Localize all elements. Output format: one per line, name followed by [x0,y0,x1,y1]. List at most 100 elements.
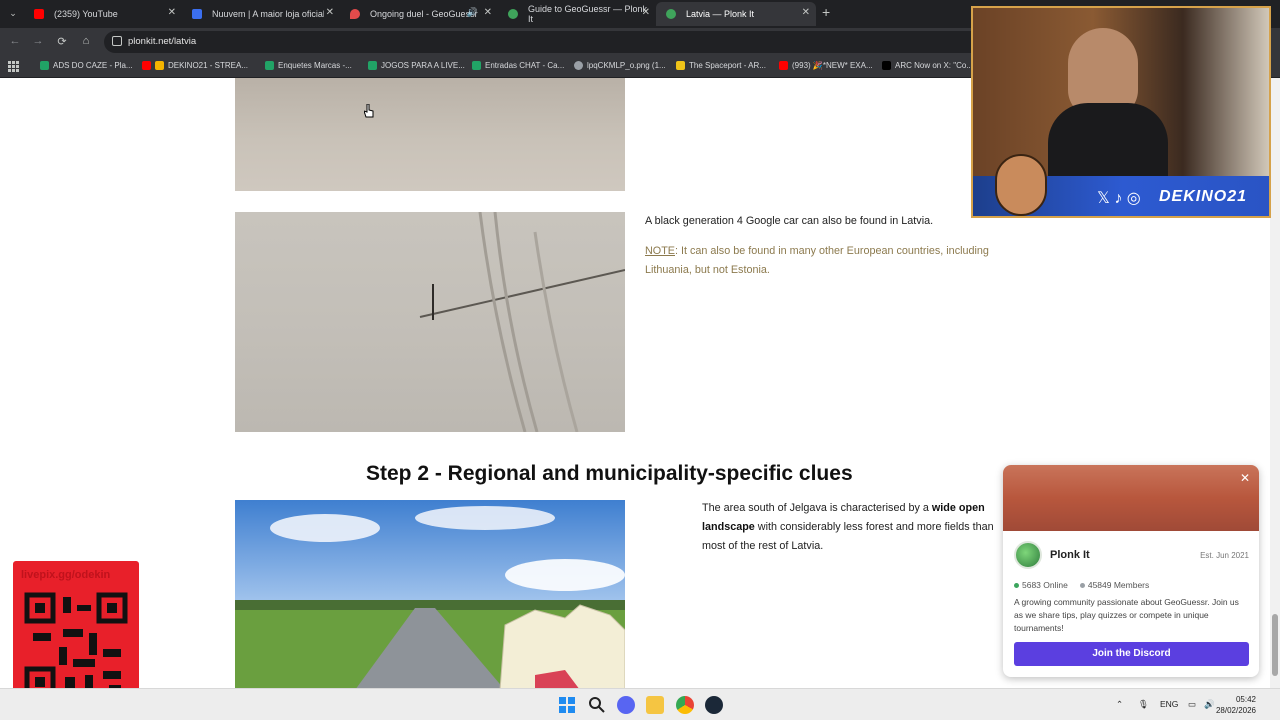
language-indicator[interactable]: ENG [1160,699,1178,709]
drive-icon [155,61,164,70]
jelgava-landscape-photo [235,500,625,688]
show-hidden-icons[interactable]: ⌃ [1116,699,1123,710]
tab-label: Latvia — Plonk It [686,9,755,19]
online-count: 5683 Online [1014,580,1068,590]
new-tab-button[interactable]: + [822,4,830,20]
close-tab-icon[interactable]: ✕ [642,7,650,18]
bookmark-item[interactable]: ADS DO CAZE - Pla... [40,61,133,70]
bookmark-item[interactable]: DEKINO21 - STREA... [142,61,248,70]
note-paragraph: NOTE: It can also be found in many other… [645,242,1035,280]
road-photo-top [235,78,625,191]
reload-icon[interactable]: ⟳ [55,35,69,48]
clock-time: 05:42 [1235,695,1256,704]
bookmark-label: The Spaceport - AR... [689,61,766,70]
speaker-icon[interactable]: 🔊 [467,7,478,18]
note-text: : It can also be found in many other Eur… [645,245,989,276]
page-scrollbar[interactable] [1270,78,1280,688]
avatar [995,154,1047,216]
tab-guide[interactable]: Guide to GeoGuessr — Plonk It ✕ [498,2,656,26]
scrollbar-thumb[interactable] [1272,614,1278,676]
streamer-body [1048,103,1168,176]
close-tab-icon[interactable]: ✕ [802,7,810,18]
bookmark-item[interactable]: Enquetes Marcas -... [265,61,352,70]
bookmark-item[interactable]: (993) 🎉*NEW* EXA... [779,61,873,70]
close-tab-icon[interactable]: ✕ [326,7,334,18]
online-text: 5683 Online [1022,580,1068,590]
bookmark-label: ARC Now on X: "Co... [895,61,973,70]
bookmark-item[interactable]: lpqCKMLP_o.png (1... [574,61,666,70]
livepix-qr-overlay: livepix.gg/odekin [13,561,139,707]
online-dot-icon [1014,583,1019,589]
members-text: 45849 Members [1087,580,1150,590]
volume-icon[interactable]: 🔊 [1204,699,1215,710]
clock[interactable]: 05:42 28/02/2026 [1216,694,1256,716]
note-label: NOTE [645,245,675,257]
home-icon[interactable]: ⌂ [79,35,93,47]
bookmark-label: JOGOS PARA A LIVE... [381,61,465,70]
plonkit-icon [508,9,518,19]
jelgava-paragraph: The area south of Jelgava is characteris… [702,499,1012,556]
livepix-label: livepix.gg/odekin [21,569,111,581]
streamer-handle: DEKINO21 [1159,188,1248,205]
bookmark-item[interactable]: The Spaceport - AR... [676,61,766,70]
screen: ⌄ (2359) YouTube ✕ Nuuvem | A maior loja… [0,0,1280,720]
para-text: The area south of Jelgava is characteris… [702,502,932,514]
join-discord-button[interactable]: Join the Discord [1014,642,1249,666]
discord-icon[interactable] [617,696,635,714]
plonkit-icon [666,9,676,19]
site-info-icon[interactable] [112,36,122,46]
microphone-icon[interactable]: 🎙 [1138,699,1149,710]
steam-icon[interactable] [705,696,723,714]
tab-youtube[interactable]: (2359) YouTube ✕ [24,2,182,26]
nuuvem-icon [192,9,202,19]
section-heading: Step 2 - Regional and municipality-speci… [366,462,853,485]
close-tab-icon[interactable]: ✕ [168,7,176,18]
tire-tracks [419,212,625,432]
bookmark-label: DEKINO21 - STREA... [168,61,249,70]
sheets-icon [265,61,274,70]
tab-label: Ongoing duel - GeoGuessr [370,9,478,19]
tab-search-icon[interactable]: ⌄ [6,6,20,20]
discord-widget: ✕ Plonk It Est. Jun 2021 5683 Online 458… [1003,465,1259,677]
tab-latvia[interactable]: Latvia — Plonk It ✕ [656,2,816,26]
hand-cursor-icon [364,104,374,118]
windows-start-icon[interactable] [558,696,576,714]
back-icon[interactable]: ← [8,35,22,47]
sheets-icon [368,61,377,70]
tab-label: (2359) YouTube [54,9,118,19]
bookmark-label: Enquetes Marcas -... [278,61,352,70]
youtube-icon [34,9,44,19]
bookmark-item[interactable]: Entradas CHAT - Ca... [472,61,564,70]
apps-grid-icon[interactable] [8,61,19,72]
network-icon[interactable]: ▭ [1188,699,1196,710]
bookmark-item[interactable]: JOGOS PARA A LIVE... [368,61,465,70]
sheets-icon [472,61,481,70]
bookmark-item[interactable]: ARC Now on X: "Co... [882,61,973,70]
widget-banner [1003,465,1259,531]
tab-nuuvem[interactable]: Nuuvem | A maior loja oficial d ✕ [182,2,340,26]
tab-geoguessr[interactable]: Ongoing duel - GeoGuessr 🔊 ✕ [340,2,498,26]
social-icons: 𝕏 ♪ ◎ [1097,190,1141,207]
close-tab-icon[interactable]: ✕ [484,7,492,18]
x-icon [882,61,891,70]
sheets-icon [40,61,49,70]
bookmark-label: lpqCKMLP_o.png (1... [587,61,666,70]
plonkit-logo [1014,541,1042,569]
qr-code [23,589,129,699]
file-explorer-icon[interactable] [646,696,664,714]
tab-label: Nuuvem | A maior loja oficial d [212,9,324,19]
tab-label: Guide to GeoGuessr — Plonk It [528,4,648,24]
url-text[interactable]: plonkit.net/latvia [128,36,196,47]
taskbar: ⌃ 🎙 ENG ▭ 🔊 05:42 28/02/2026 [0,688,1280,720]
chrome-icon[interactable] [676,696,694,714]
clock-date: 28/02/2026 [1215,706,1256,715]
gen4-description: A black generation 4 Google car can also… [645,215,934,227]
address-bar[interactable]: plonkit.net/latvia [104,31,984,53]
landscape-scene [235,500,625,688]
globe-icon [574,61,583,70]
search-icon[interactable] [588,696,606,714]
close-icon[interactable]: ✕ [1237,470,1253,486]
server-stats: 5683 Online 45849 Members [1014,580,1149,590]
bookmark-label: Entradas CHAT - Ca... [485,61,565,70]
forward-icon[interactable]: → [31,35,45,47]
